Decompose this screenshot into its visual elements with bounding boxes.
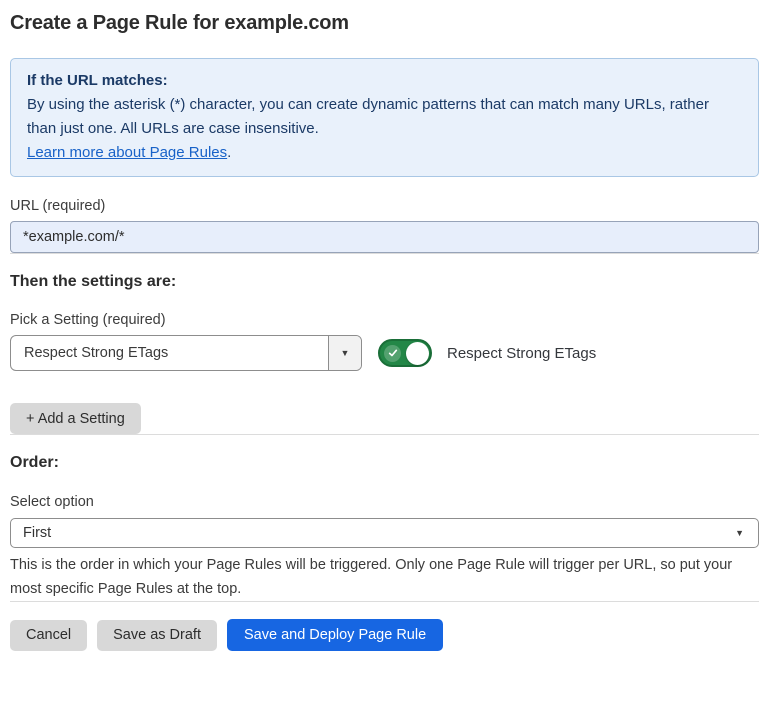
link-period: . — [227, 144, 231, 161]
toggle-knob — [406, 342, 429, 365]
order-select-label: Select option — [10, 494, 759, 510]
section-divider — [10, 601, 759, 602]
save-draft-button[interactable]: Save as Draft — [97, 620, 217, 651]
form-actions: Cancel Save as Draft Save and Deploy Pag… — [10, 619, 759, 651]
chevron-down-icon: ▼ — [735, 529, 744, 538]
url-label: URL (required) — [10, 198, 759, 214]
order-help-text: This is the order in which your Page Rul… — [10, 553, 755, 601]
setting-row: Respect Strong ETags ▼ Respect Strong ET… — [10, 335, 759, 371]
setting-toggle-group: Respect Strong ETags — [378, 339, 596, 367]
setting-select-value: Respect Strong ETags — [11, 336, 328, 370]
pick-setting-label: Pick a Setting (required) — [10, 312, 759, 328]
order-heading: Order: — [10, 454, 759, 472]
checkmark-icon — [384, 345, 401, 362]
learn-more-link[interactable]: Learn more about Page Rules — [27, 144, 227, 161]
page-rule-form: Create a Page Rule for example.com If th… — [0, 0, 769, 651]
info-box-body: By using the asterisk (*) character, you… — [27, 93, 742, 141]
add-setting-button[interactable]: + Add a Setting — [10, 403, 141, 434]
page-title: Create a Page Rule for example.com — [10, 12, 759, 35]
url-match-info-box: If the URL matches: By using the asteris… — [10, 58, 759, 177]
order-select[interactable]: First ▼ — [10, 518, 759, 548]
setting-toggle[interactable] — [378, 339, 432, 367]
chevron-down-icon: ▼ — [341, 349, 350, 358]
order-select-arrow: ▼ — [735, 519, 758, 547]
info-box-link-line: Learn more about Page Rules. — [27, 141, 742, 165]
save-deploy-button[interactable]: Save and Deploy Page Rule — [227, 619, 443, 651]
order-select-value: First — [11, 519, 735, 547]
toggle-label: Respect Strong ETags — [447, 345, 596, 362]
url-input[interactable] — [10, 221, 759, 253]
info-box-heading: If the URL matches: — [27, 69, 742, 93]
cancel-button[interactable]: Cancel — [10, 620, 87, 651]
settings-heading: Then the settings are: — [10, 273, 759, 291]
setting-select-arrow-button[interactable]: ▼ — [328, 336, 361, 370]
setting-select[interactable]: Respect Strong ETags ▼ — [10, 335, 362, 371]
section-divider — [10, 434, 759, 435]
section-divider — [10, 253, 759, 254]
